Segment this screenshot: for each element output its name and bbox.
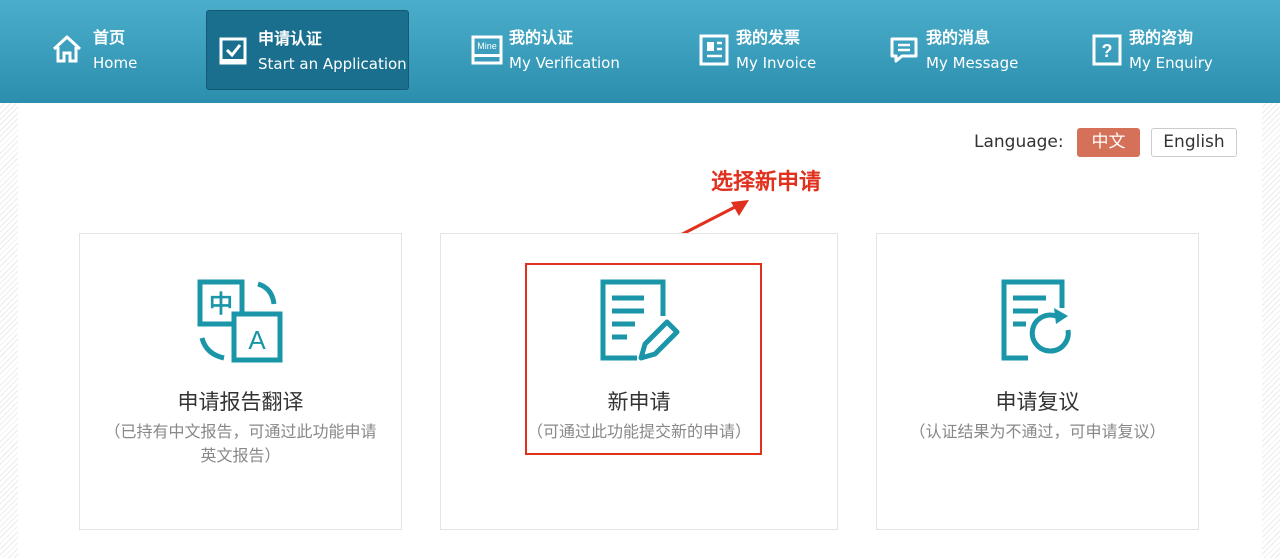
- nav-item-home[interactable]: 首页 Home: [40, 10, 150, 90]
- nav-label-en: My Enquiry: [1129, 54, 1213, 72]
- nav-label-en: Home: [93, 54, 138, 72]
- card-reconsideration[interactable]: 申请复议 （认证结果为不通过，可申请复议）: [876, 233, 1199, 530]
- message-icon: [890, 37, 918, 63]
- mine-icon: Mine: [471, 35, 503, 65]
- language-option-english[interactable]: English: [1151, 128, 1237, 157]
- nav-item-my-message[interactable]: 我的消息 My Message: [875, 10, 1025, 90]
- refresh-document-icon: [1001, 279, 1071, 361]
- language-label: Language:: [974, 132, 1064, 152]
- svg-text:Mine: Mine: [477, 41, 497, 51]
- language-option-chinese[interactable]: 中文: [1077, 128, 1140, 157]
- card-title: 申请报告翻译: [177, 390, 304, 414]
- svg-text:?: ?: [1102, 41, 1113, 61]
- translate-icon: 中 A: [197, 279, 282, 363]
- annotation-highlight-box: [525, 263, 762, 455]
- nav-label-cn: 我的咨询: [1129, 28, 1194, 47]
- top-nav: 首页 Home 申请认证 Start an Application Mine 我…: [0, 0, 1280, 103]
- nav-item-my-invoice[interactable]: 我的发票 My Invoice: [685, 10, 825, 90]
- question-icon: ?: [1092, 34, 1122, 66]
- nav-label-cn: 我的认证: [509, 28, 574, 47]
- card-translate-report[interactable]: 中 A 申请报告翻译 （已持有中文报告，可通过此功能申请英文报告）: [79, 233, 402, 530]
- nav-label-cn: 首页: [93, 28, 126, 47]
- svg-text:中: 中: [209, 290, 233, 318]
- nav-item-my-verification[interactable]: Mine 我的认证 My Verification: [458, 10, 628, 90]
- nav-label-en: My Invoice: [736, 54, 817, 72]
- nav-label-cn: 我的发票: [736, 28, 801, 47]
- nav-item-my-enquiry[interactable]: ? 我的咨询 My Enquiry: [1078, 10, 1218, 90]
- svg-text:A: A: [248, 325, 266, 355]
- nav-label-en: My Verification: [509, 54, 620, 72]
- card-subtitle: （已持有中文报告，可通过此功能申请英文报告）: [104, 422, 377, 465]
- card-title: 申请复议: [995, 390, 1080, 414]
- checkbox-icon: [219, 37, 247, 65]
- nav-label-en: My Message: [926, 54, 1019, 72]
- nav-label-cn: 我的消息: [926, 28, 991, 47]
- home-icon: [52, 35, 82, 63]
- invoice-icon: [699, 34, 729, 66]
- nav-item-start-application[interactable]: 申请认证 Start an Application: [206, 10, 409, 90]
- nav-label-en: Start an Application: [258, 55, 407, 73]
- card-subtitle: （认证结果为不通过，可申请复议）: [909, 422, 1166, 441]
- nav-label-cn: 申请认证: [258, 29, 323, 48]
